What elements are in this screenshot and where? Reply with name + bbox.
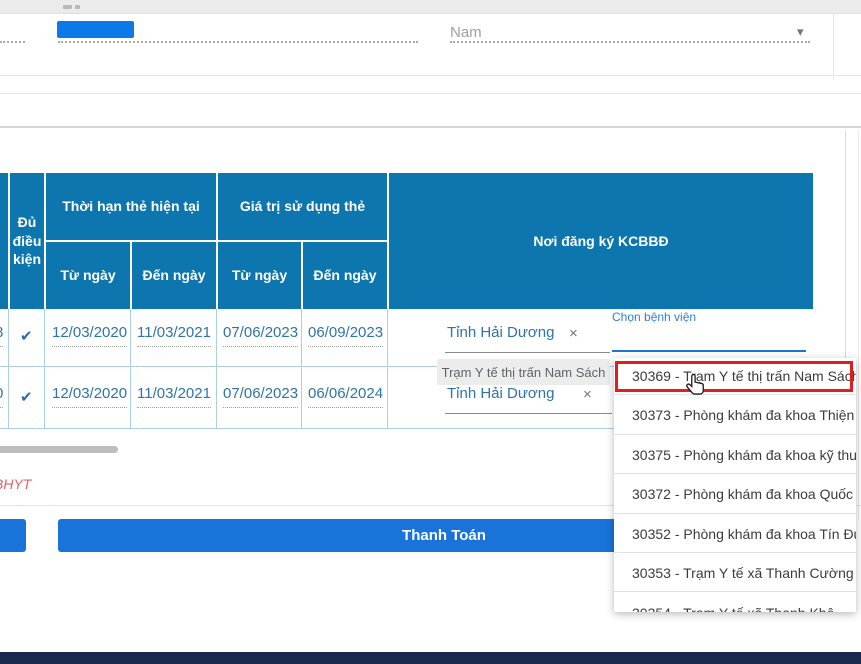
dropdown-item[interactable]: 30373 - Phòng khám đa khoa Thiện Tâm — [614, 396, 856, 435]
horizontal-scrollbar[interactable] — [0, 446, 118, 453]
column-header-registration-place: Nơi đăng ký KCBBĐ — [389, 173, 813, 309]
column-header-from-date: Từ ngày — [46, 242, 130, 309]
chevron-down-icon[interactable]: ▾ — [797, 24, 804, 40]
valid-from-cell[interactable]: 07/06/2023 — [223, 385, 298, 402]
check-icon: ✔ — [20, 327, 33, 345]
check-icon: ✔ — [20, 388, 33, 406]
valid-from-cell[interactable]: 07/06/2023 — [223, 324, 298, 341]
facility-input-underline — [445, 413, 612, 414]
clear-icon[interactable]: × — [583, 386, 592, 403]
facility-input[interactable]: Tỉnh Hải Dương — [447, 385, 554, 402]
name-field-underline[interactable] — [58, 41, 418, 43]
selected-text-block[interactable] — [57, 21, 134, 38]
top-toolbar — [0, 0, 861, 14]
column-header-from-date: Từ ngày — [218, 242, 301, 309]
dropdown-item[interactable]: 30372 - Phòng khám đa khoa Quốc tế Th — [614, 475, 856, 514]
column-header-eligible: Đủ điều kiện — [8, 173, 46, 309]
panel-border — [858, 130, 859, 520]
column-header-to-date: Đến ngày — [132, 242, 216, 309]
gender-field-underline[interactable] — [450, 41, 810, 43]
field-underline — [0, 41, 25, 43]
term-to-cell[interactable]: 11/03/2021 — [137, 385, 211, 402]
cursor-hand-icon — [685, 373, 707, 404]
term-from-cell[interactable]: 12/03/2020 — [52, 324, 127, 341]
bhyt-note-label: BHYT — [0, 476, 31, 492]
hospital-picker-input[interactable] — [612, 350, 806, 352]
screen: Nam ▾ Đủ điều kiện Thời hạn thẻ hiện tại… — [0, 0, 861, 664]
table-header: Đủ điều kiện Thời hạn thẻ hiện tại Giá t… — [0, 173, 813, 309]
cell-border — [387, 309, 388, 428]
cell-border — [216, 309, 217, 428]
facility-input[interactable]: Tỉnh Hải Dương — [447, 324, 554, 341]
bottom-taskbar — [0, 652, 861, 664]
card-number-fragment: 8 — [0, 324, 3, 341]
toolbar-glyph-icon — [75, 5, 80, 9]
form-card-border — [0, 75, 861, 76]
term-to-cell[interactable]: 11/03/2021 — [137, 324, 211, 341]
divider — [0, 126, 861, 128]
valid-to-cell[interactable]: 06/06/2024 — [308, 385, 383, 402]
dropdown-item[interactable]: 30375 - Phòng khám đa khoa kỹ thuật cao — [614, 436, 856, 474]
card-number-fragment: 0 — [0, 385, 3, 402]
term-from-cell[interactable]: 12/03/2020 — [52, 385, 127, 402]
toolbar-glyph-icon — [63, 5, 72, 9]
facility-input-underline — [445, 352, 610, 353]
column-header-to-date: Đến ngày — [303, 242, 387, 309]
form-card-border — [833, 14, 834, 80]
column-header-card-term: Thời hạn thẻ hiện tại — [46, 173, 216, 240]
clear-icon[interactable]: × — [569, 325, 578, 342]
dropdown-item[interactable]: 30353 - Trạm Y tế xã Thanh Cường — [614, 554, 856, 592]
divider — [0, 93, 861, 94]
hospital-tooltip: Trạm Y tế thị trấn Nam Sách — [437, 359, 610, 385]
secondary-button[interactable] — [0, 519, 26, 552]
cell-border — [8, 309, 9, 428]
cell-border — [301, 309, 302, 428]
dropdown-item[interactable]: 30369 - Trạm Y tế thị trấn Nam Sách — [614, 358, 856, 395]
gender-select-value[interactable]: Nam — [450, 24, 482, 41]
column-header-card-validity: Giá trị sử dụng thẻ — [218, 173, 387, 240]
hospital-picker-label: Chọn bệnh viện — [612, 310, 696, 324]
valid-to-cell[interactable]: 06/09/2023 — [308, 324, 383, 341]
dropdown-item[interactable]: 30352 - Phòng khám đa khoa Tín Đức (C — [614, 515, 856, 553]
hospital-dropdown: 30369 - Trạm Y tế thị trấn Nam Sách 3037… — [614, 358, 856, 612]
cell-border — [130, 309, 131, 428]
dropdown-item[interactable]: 30354 - Trạm Y tế xã Thanh Khê — [614, 593, 856, 612]
cell-border — [44, 309, 45, 428]
